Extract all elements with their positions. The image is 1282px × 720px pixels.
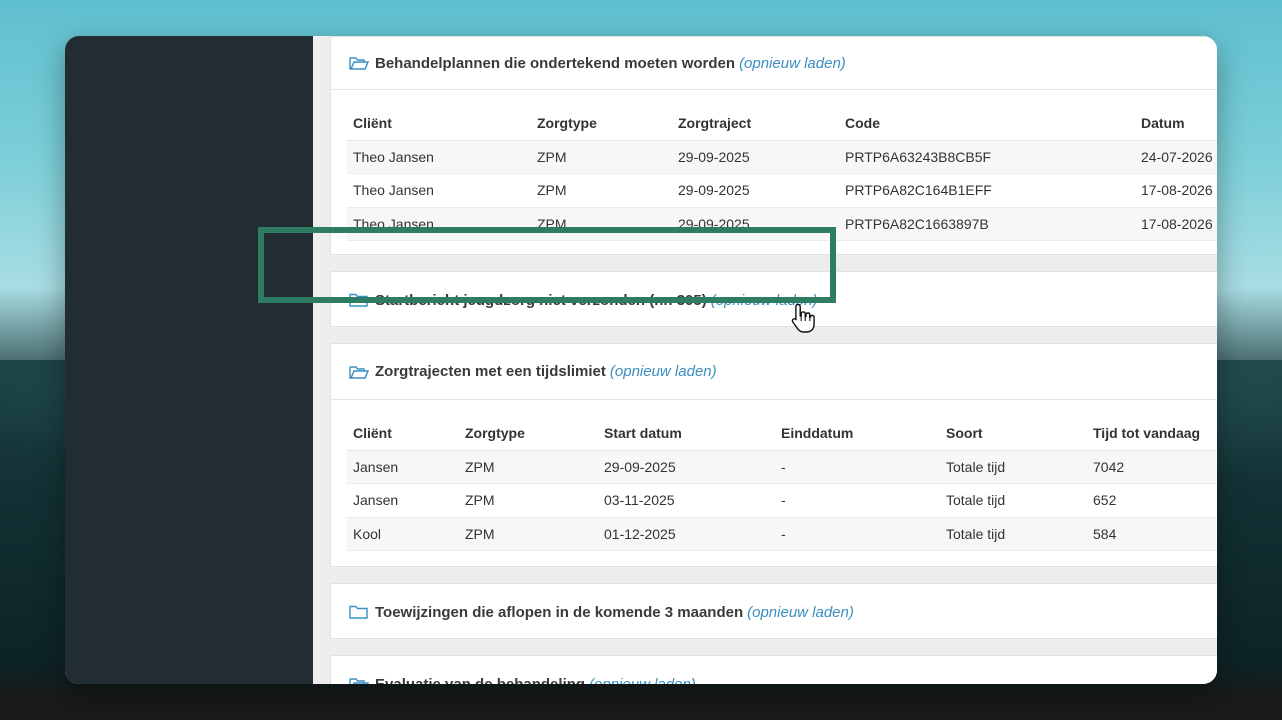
column-header: Einddatum	[775, 416, 940, 451]
cell: PRTP6A63243B8CB5F	[839, 140, 1135, 174]
dashboard-content: Behandelplannen die ondertekend moeten w…	[313, 36, 1217, 684]
cell: Theo Jansen	[347, 207, 531, 241]
cell: ZPM	[531, 207, 672, 241]
folder-open-icon	[349, 57, 369, 70]
cell: 29-09-2025	[672, 140, 839, 174]
table-row[interactable]: Theo Jansen ZPM 29-09-2025 PRTP6A63243B8…	[347, 140, 1217, 174]
panel-title: Startbericht jeugdzorg niet verzonden (n…	[375, 291, 707, 309]
column-header: Code	[839, 106, 1135, 141]
panel-title: Zorgtrajecten met een tijdslimiet	[375, 363, 606, 380]
panel-startbericht: Startbericht jeugdzorg niet verzonden (n…	[330, 271, 1217, 327]
cell: ZPM	[459, 483, 598, 518]
cell: Totale tijd	[940, 450, 1087, 484]
cell: Totale tijd	[940, 483, 1087, 518]
column-header: Zorgtype	[531, 106, 672, 141]
cell: Jansen	[347, 483, 459, 518]
cell: Kool	[347, 517, 459, 551]
cell: 29-09-2025	[598, 450, 775, 484]
cell: -	[775, 483, 940, 518]
column-header: Zorgtype	[459, 416, 598, 451]
column-header: Start datum	[598, 416, 775, 451]
panel-header[interactable]: Behandelplannen die ondertekend moeten w…	[331, 37, 1217, 89]
table-row[interactable]: Theo Jansen ZPM 29-09-2025 PRTP6A82C1663…	[347, 207, 1217, 241]
cell: 652	[1087, 483, 1217, 518]
panel-behandelplannen: Behandelplannen die ondertekend moeten w…	[330, 36, 1217, 255]
folder-open-icon	[349, 678, 369, 684]
cell: ZPM	[531, 173, 672, 208]
cell: 17-08-2026	[1135, 173, 1217, 208]
cell: ZPM	[459, 450, 598, 484]
column-header: Cliënt	[347, 416, 459, 451]
panel-evaluatie: Evaluatie van de behandeling (opnieuw la…	[330, 655, 1217, 684]
panel-body: Cliënt Zorgtype Zorgtraject Code Datum T…	[331, 89, 1217, 255]
app-window: Behandelplannen die ondertekend moeten w…	[65, 36, 1217, 684]
panel-header[interactable]: Zorgtrajecten met een tijdslimiet (opnie…	[331, 344, 1217, 399]
column-header: Soort	[940, 416, 1087, 451]
panel-header[interactable]: Evaluatie van de behandeling (opnieuw la…	[331, 656, 1217, 684]
cell: Theo Jansen	[347, 173, 531, 208]
cell: 24-07-2026	[1135, 140, 1217, 174]
cell: 584	[1087, 517, 1217, 551]
hand-pointer-icon	[791, 303, 815, 333]
column-header: Tijd tot vandaag	[1087, 416, 1217, 451]
reload-link[interactable]: (opnieuw laden)	[610, 363, 717, 380]
panel-title: Behandelplannen die ondertekend moeten w…	[375, 54, 736, 72]
column-header: Zorgtraject	[672, 106, 839, 141]
table-row[interactable]: Jansen ZPM 29-09-2025 - Totale tijd 7042	[347, 450, 1217, 484]
reload-link[interactable]: (opnieuw laden)	[739, 55, 846, 72]
column-header: Datum	[1135, 106, 1217, 141]
folder-open-icon	[349, 365, 369, 379]
cell: -	[775, 450, 940, 484]
table-row[interactable]: Theo Jansen ZPM 29-09-2025 PRTP6A82C164B…	[347, 173, 1217, 208]
panel-title: Evaluatie van de behandeling	[375, 675, 586, 685]
cell: 29-09-2025	[672, 173, 839, 208]
cell: ZPM	[531, 140, 672, 174]
cell: PRTP6A82C1663897B	[839, 207, 1135, 241]
panel-body: Cliënt Zorgtype Start datum Einddatum So…	[331, 399, 1217, 565]
panel-title: Toewijzingen die aflopen in de komende 3…	[375, 603, 744, 621]
table-row[interactable]: Jansen ZPM 03-11-2025 - Totale tijd 652	[347, 483, 1217, 518]
panel-header[interactable]: Startbericht jeugdzorg niet verzonden (n…	[331, 272, 1217, 328]
cell: PRTP6A82C164B1EFF	[839, 173, 1135, 208]
column-header: Cliënt	[347, 106, 531, 141]
panel-header[interactable]: Toewijzingen die aflopen in de komende 3…	[331, 584, 1217, 640]
cell: 29-09-2025	[672, 207, 839, 241]
folder-icon	[349, 293, 368, 307]
folder-icon	[349, 605, 368, 619]
table-behandelplannen: Cliënt Zorgtype Zorgtraject Code Datum T…	[347, 106, 1217, 241]
reload-link[interactable]: (opnieuw laden)	[747, 604, 854, 621]
table-row[interactable]: Kool ZPM 01-12-2025 - Totale tijd 584	[347, 517, 1217, 551]
table-zorgtrajecten: Cliënt Zorgtype Start datum Einddatum So…	[347, 416, 1217, 551]
cell: 01-12-2025	[598, 517, 775, 551]
cell: Totale tijd	[940, 517, 1087, 551]
cell: 17-08-2026	[1135, 207, 1217, 241]
panel-toewijzingen: Toewijzingen die aflopen in de komende 3…	[330, 583, 1217, 639]
cell: -	[775, 517, 940, 551]
reload-link[interactable]: (opnieuw laden)	[589, 676, 696, 685]
cell: 03-11-2025	[598, 483, 775, 518]
cell: Theo Jansen	[347, 140, 531, 174]
cell: ZPM	[459, 517, 598, 551]
cell: Jansen	[347, 450, 459, 484]
panel-zorgtrajecten: Zorgtrajecten met een tijdslimiet (opnie…	[330, 343, 1217, 567]
cell: 7042	[1087, 450, 1217, 484]
sidebar	[65, 36, 313, 684]
